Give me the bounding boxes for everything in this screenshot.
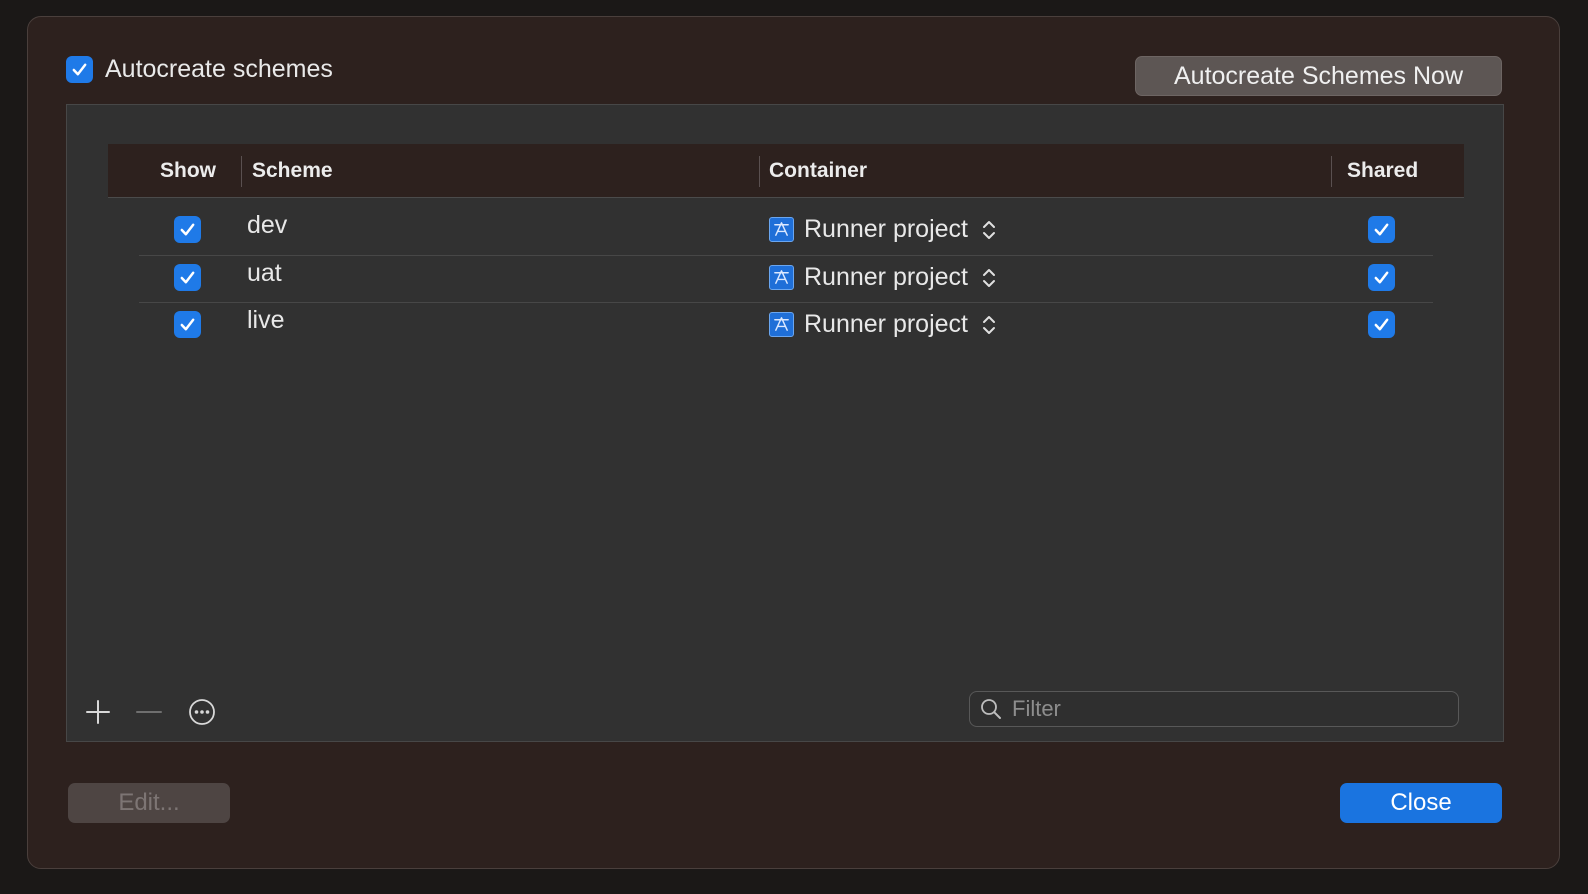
column-header-scheme[interactable]: Scheme xyxy=(252,144,333,198)
checkmark-icon xyxy=(180,271,195,284)
checkmark-icon xyxy=(1374,318,1389,331)
shared-checkbox[interactable] xyxy=(1368,311,1395,338)
autocreate-schemes-toggle[interactable]: Autocreate schemes xyxy=(66,55,333,84)
xcode-project-icon xyxy=(769,217,794,242)
container-popup[interactable]: Runner project xyxy=(769,301,996,348)
container-label: Runner project xyxy=(804,263,968,291)
table-row[interactable]: dev Runner project xyxy=(139,206,1433,253)
close-button[interactable]: Close xyxy=(1340,783,1502,823)
add-scheme-button[interactable] xyxy=(81,695,115,729)
minus-icon xyxy=(136,711,162,713)
schemes-panel: Show Scheme Container Shared dev Runner … xyxy=(66,104,1504,742)
remove-scheme-button[interactable] xyxy=(132,695,166,729)
autocreate-checkbox[interactable] xyxy=(66,56,93,83)
container-popup[interactable]: Runner project xyxy=(769,254,996,301)
checkmark-icon xyxy=(180,318,195,331)
ellipsis-circle-icon xyxy=(189,699,215,725)
container-popup[interactable]: Runner project xyxy=(769,206,996,253)
container-label: Runner project xyxy=(804,310,968,338)
autocreate-schemes-now-button[interactable]: Autocreate Schemes Now xyxy=(1135,56,1502,96)
column-header-shared[interactable]: Shared xyxy=(1347,144,1418,198)
table-row[interactable]: uat Runner project xyxy=(139,254,1433,301)
scheme-name: uat xyxy=(247,259,282,287)
filter-input[interactable] xyxy=(1010,695,1444,723)
autocreate-label: Autocreate schemes xyxy=(105,55,333,83)
table-row[interactable]: live Runner project xyxy=(139,301,1433,348)
chevron-up-down-icon xyxy=(982,315,995,334)
chevron-up-down-icon xyxy=(982,268,995,287)
xcode-project-icon xyxy=(769,265,794,290)
plus-icon xyxy=(86,700,110,724)
edit-button[interactable]: Edit... xyxy=(68,783,230,823)
checkmark-icon xyxy=(1374,271,1389,284)
table-header: Show Scheme Container Shared xyxy=(108,144,1464,198)
xcode-project-icon xyxy=(769,312,794,337)
column-header-show[interactable]: Show xyxy=(160,144,216,198)
scheme-name: dev xyxy=(247,211,288,239)
checkmark-icon xyxy=(180,223,195,236)
manage-schemes-sheet: Autocreate schemes Autocreate Schemes No… xyxy=(27,16,1560,869)
column-separator[interactable] xyxy=(1331,156,1332,187)
checkmark-icon xyxy=(72,63,87,76)
chevron-up-down-icon xyxy=(982,220,995,239)
show-checkbox[interactable] xyxy=(174,264,201,291)
show-checkbox[interactable] xyxy=(174,311,201,338)
scheme-name: live xyxy=(247,306,285,334)
column-header-container[interactable]: Container xyxy=(769,144,867,198)
column-separator[interactable] xyxy=(241,156,242,187)
shared-checkbox[interactable] xyxy=(1368,216,1395,243)
container-label: Runner project xyxy=(804,215,968,243)
column-separator[interactable] xyxy=(759,156,760,187)
filter-field[interactable] xyxy=(969,691,1459,727)
shared-checkbox[interactable] xyxy=(1368,264,1395,291)
search-icon xyxy=(981,699,1001,719)
show-checkbox[interactable] xyxy=(174,216,201,243)
checkmark-icon xyxy=(1374,223,1389,236)
more-options-button[interactable] xyxy=(185,695,219,729)
